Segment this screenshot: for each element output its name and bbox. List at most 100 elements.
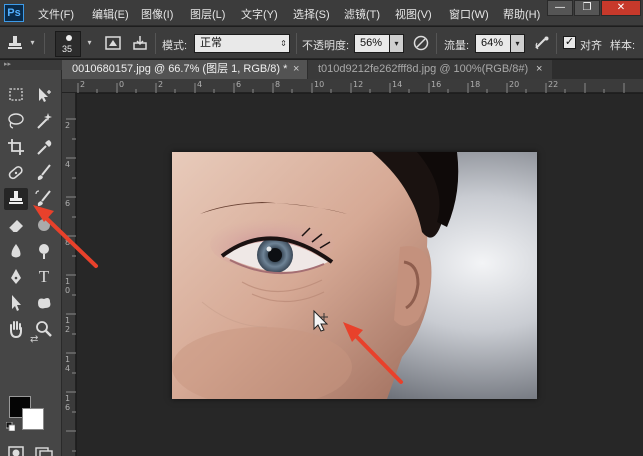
menu-filter[interactable]: 滤镜(T) [344,6,380,22]
brush-picker-dropdown[interactable]: ▾ [82,34,97,53]
pen-tool[interactable] [4,266,28,288]
spot-healing-tool[interactable] [4,162,28,184]
close-window-button[interactable]: ✕ [601,0,641,16]
ruler-number: 2 [80,80,86,89]
menu-type[interactable]: 文字(Y) [241,6,278,22]
chevron-down-icon: ⇕ [280,39,287,48]
gradient-tool[interactable] [32,214,56,236]
face-photo [172,152,537,399]
tab-title: t010d9212fe262fff8d.jpg @ 100%(RGB/8#) [318,63,529,75]
ruler-number: 18 [470,80,481,89]
custom-shape-tool[interactable] [32,292,56,314]
swap-colors-icon[interactable]: ⇄ [30,334,38,345]
tab-title: 0010680157.jpg @ 66.7% (图层 1, RGB/8) * [72,63,288,75]
path-selection-tool[interactable] [4,292,28,314]
ruler-number: 0 [119,80,125,89]
brush-tip-icon [66,35,72,41]
airbrush-icon[interactable] [533,34,551,52]
ruler-number: 20 [509,80,520,89]
mode-label: 模式: [162,40,188,52]
quick-mask-icon[interactable] [4,442,28,456]
menu-image[interactable]: 图像(I) [141,6,173,22]
dodge-tool[interactable] [32,240,56,262]
document-tab-bar: 0010680157.jpg @ 66.7% (图层 1, RGB/8) * ×… [62,60,643,79]
minimize-button[interactable]: — [547,0,573,16]
type-tool[interactable]: T [32,266,56,288]
ruler-number: 14 [392,80,403,89]
screen-mode-icon[interactable] [32,442,56,456]
stamp-cursor-icon [312,309,332,333]
separator [296,33,297,54]
separator [155,33,156,54]
ruler-number: 4 [197,80,203,89]
vertical-ruler: 2 4 6 8 1 0 1 2 1 4 1 6 [62,93,76,456]
aligned-label: 对齐 [580,40,602,52]
history-brush-tool[interactable] [32,188,56,210]
separator [556,33,557,54]
menu-bar: Ps 文件(F) 编辑(E) 图像(I) 图层(L) 文字(Y) 选择(S) 滤… [0,0,643,26]
horizontal-ruler: 2 0 2 4 6 8 10 12 14 16 18 20 22 [62,79,643,93]
ruler-number: 1 0 [65,277,71,295]
opacity-label: 不透明度: [302,40,350,52]
clone-stamp-tool[interactable] [4,188,28,210]
tab-document-1[interactable]: 0010680157.jpg @ 66.7% (图层 1, RGB/8) * × [62,60,307,79]
restore-button[interactable]: ❐ [574,0,600,16]
toggle-clone-source-icon[interactable] [131,34,149,52]
blur-tool[interactable] [4,240,28,262]
toggle-brush-panel-icon[interactable] [104,34,122,52]
clone-stamp-preset-icon[interactable] [6,34,24,52]
separator [436,33,437,54]
menu-select[interactable]: 选择(S) [293,6,330,22]
background-color-swatch[interactable] [22,408,44,430]
flow-input[interactable]: 64% [475,34,511,53]
pressure-opacity-icon[interactable] [412,34,430,52]
ruler-number: 16 [431,80,442,89]
ruler-number: 4 [65,160,71,169]
marquee-tool[interactable] [4,84,28,106]
menu-help[interactable]: 帮助(H) [503,6,540,22]
eyedropper-tool[interactable] [32,136,56,158]
document-image[interactable] [172,152,537,399]
menu-window[interactable]: 窗口(W) [449,6,489,22]
separator [44,33,45,54]
brush-size-picker[interactable]: 35 [55,31,81,57]
ruler-number: 6 [65,199,71,208]
opacity-input[interactable]: 56% [354,34,390,53]
ruler-number: 2 [65,121,71,130]
menu-file[interactable]: 文件(F) [38,6,74,22]
ruler-number: 12 [353,80,364,89]
hand-tool[interactable] [4,318,28,340]
menu-view[interactable]: 视图(V) [395,6,432,22]
default-colors-icon[interactable] [5,421,16,432]
tab-document-2[interactable]: t010d9212fe262fff8d.jpg @ 100%(RGB/8#) × [308,60,552,79]
eraser-tool[interactable] [4,214,28,236]
ruler-number: 10 [314,80,325,89]
tool-preset-dropdown[interactable]: ▾ [25,34,40,53]
ruler-number: 2 [158,80,164,89]
ruler-number: 8 [275,80,281,89]
options-bar: ▾ 35 ▾ 模式: 正常 ⇕ 不透明度: 56% ▾ 流量: 64% ▾ ✓ … [0,27,643,59]
sample-label: 样本: [610,40,636,52]
crop-tool[interactable] [4,136,28,158]
toolbox-grip[interactable]: ▸▸ [0,60,62,70]
opacity-dropdown[interactable]: ▾ [389,34,404,53]
magic-wand-tool[interactable] [32,110,56,132]
lasso-tool[interactable] [4,110,28,132]
ruler-number: 1 2 [65,316,71,334]
menu-layer[interactable]: 图层(L) [190,6,225,22]
clone-stamp-icon [9,191,23,204]
ruler-number: 1 6 [65,394,71,412]
brush-tool[interactable] [32,162,56,184]
menu-edit[interactable]: 编辑(E) [92,6,129,22]
aligned-checkbox[interactable]: ✓ [563,36,576,49]
close-icon[interactable]: × [536,60,542,79]
ruler-number: 1 4 [65,355,71,373]
toolbox-panel: ▸▸ T ⇄ [0,60,62,456]
ruler-number: 22 [548,80,559,89]
move-tool[interactable] [32,84,56,106]
flow-dropdown[interactable]: ▾ [510,34,525,53]
flow-label: 流量: [444,40,470,52]
close-icon[interactable]: × [293,60,299,79]
ruler-number: 8 [65,238,71,247]
photoshop-logo: Ps [4,4,24,22]
